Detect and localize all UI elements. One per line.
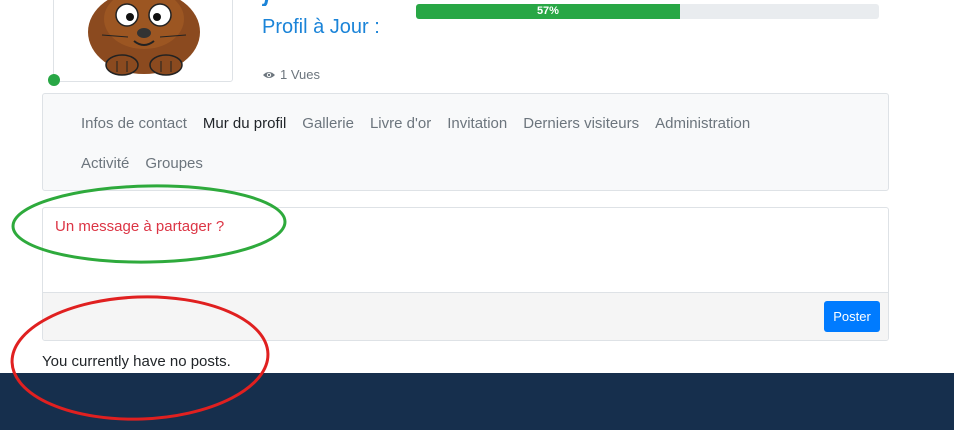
profile-update-label: Profil à Jour : [262, 16, 380, 38]
eye-icon [263, 71, 275, 78]
tab-invitation[interactable]: Invitation [439, 114, 515, 134]
profile-nav-row: Infos de contact Mur du profil Gallerie … [73, 114, 758, 134]
tab-activity[interactable]: Activité [73, 154, 137, 174]
tab-contact-info[interactable]: Infos de contact [73, 114, 195, 134]
views-text: 1 Vues [280, 67, 320, 82]
tab-profile-wall[interactable]: Mur du profil [195, 114, 294, 134]
post-message-input[interactable] [43, 208, 888, 292]
post-form-footer: Poster [43, 292, 888, 340]
tab-administration[interactable]: Administration [647, 114, 758, 134]
tab-guestbook[interactable]: Livre d'or [362, 114, 439, 134]
empty-wall-message: You currently have no posts. [42, 353, 231, 370]
username-fragment [262, 0, 269, 6]
tab-groups[interactable]: Groupes [137, 154, 211, 174]
views-counter: 1 Vues [262, 67, 320, 82]
page-footer [0, 373, 954, 430]
avatar-image [88, 0, 200, 76]
profile-progress-bar: 57% [416, 4, 680, 19]
post-button[interactable]: Poster [824, 301, 880, 332]
tab-gallery[interactable]: Gallerie [294, 114, 362, 134]
post-form: Poster [42, 207, 889, 341]
online-status-dot [48, 74, 60, 86]
tab-recent-visitors[interactable]: Derniers visiteurs [515, 114, 647, 134]
profile-avatar-card [53, 0, 233, 82]
profile-progress: 57% [416, 4, 879, 19]
profile-nav-row: Activité Groupes [73, 154, 211, 174]
profile-nav: Infos de contact Mur du profil Gallerie … [42, 93, 889, 191]
